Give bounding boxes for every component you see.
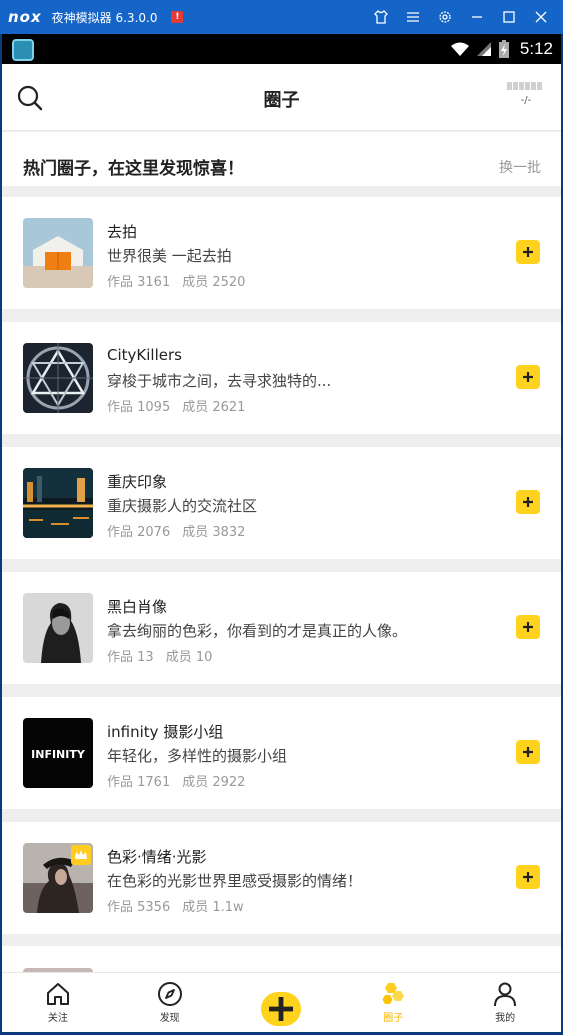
circle-thumbnail xyxy=(23,343,93,413)
members-count: 成员 1.1w xyxy=(182,900,244,915)
nav-label: 发现 xyxy=(159,1013,180,1024)
join-circle-button[interactable] xyxy=(516,365,540,389)
hot-circles-bar: 热门圈子，在这里发现惊喜！ 换一批 xyxy=(2,132,561,186)
android-status-bar: 5:12 xyxy=(2,34,561,64)
circle-stats: 作品 13 成员 10 xyxy=(107,646,224,665)
circle-description: 拿去绚丽的色彩，你看到的才是真正的人像。 xyxy=(107,622,408,640)
plus-icon xyxy=(523,622,533,632)
signal-icon xyxy=(476,42,491,56)
circle-card[interactable]: 重庆印象 重庆摄影人的交流社区 作品 2076 成员 3832 xyxy=(2,447,561,559)
hot-circles-title: 热门圈子，在这里发现惊喜！ xyxy=(23,159,244,179)
circle-thumbnail xyxy=(23,843,93,913)
header-right-text: -/- xyxy=(520,95,532,106)
circle-thumbnail-logo: INFINITY xyxy=(31,748,86,761)
crown-icon xyxy=(71,845,91,865)
circle-description: 重庆摄影人的交流社区 xyxy=(107,497,258,515)
nav-label: 圈子 xyxy=(383,1013,404,1024)
plus-icon xyxy=(523,372,533,382)
works-count: 作品 5356 xyxy=(107,900,171,915)
alert-icon[interactable]: ! xyxy=(171,11,184,23)
nav-mine[interactable]: 我的 xyxy=(449,973,561,1032)
nav-label: 关注 xyxy=(47,1013,68,1024)
members-count: 成员 2922 xyxy=(182,775,246,790)
bottom-nav: 关注 发现 圈子 我的 xyxy=(2,972,561,1032)
home-icon xyxy=(46,983,69,1005)
menu-icon[interactable] xyxy=(397,0,429,34)
circle-name: infinity 摄影小组 xyxy=(107,723,224,741)
nav-discover[interactable]: 发现 xyxy=(114,973,226,1032)
join-circle-button[interactable] xyxy=(516,490,540,514)
circle-stats: 作品 1095 成员 2621 xyxy=(107,396,257,415)
maximize-icon[interactable] xyxy=(493,0,525,34)
emulator-logo: nox xyxy=(8,8,42,26)
page-title: 圈子 xyxy=(263,90,300,111)
user-icon xyxy=(494,982,517,1007)
circle-card[interactable]: INFINITY infinity 摄影小组 年轻化，多样性的摄影小组 作品 1… xyxy=(2,697,561,809)
members-count: 成员 10 xyxy=(165,650,213,665)
circle-stats: 作品 3161 成员 2520 xyxy=(107,271,257,290)
circle-thumbnail xyxy=(23,593,93,663)
nav-circle[interactable]: 圈子 xyxy=(337,973,449,1032)
works-count: 作品 1761 xyxy=(107,775,171,790)
circle-name: 重庆印象 xyxy=(107,473,168,491)
plus-icon xyxy=(523,497,533,507)
circle-stats: 作品 2076 成员 3832 xyxy=(107,521,257,540)
refresh-batch-button[interactable]: 换一批 xyxy=(499,157,541,177)
battery-icon xyxy=(498,40,509,58)
plus-icon xyxy=(523,747,533,757)
loading-bars xyxy=(507,82,545,90)
circle-name: 色彩·情绪·光影 xyxy=(107,848,207,866)
minimize-icon[interactable] xyxy=(461,0,493,34)
circle-stats: 作品 5356 成员 1.1w xyxy=(107,896,256,915)
circle-name: 去拍 xyxy=(107,223,138,241)
works-count: 作品 3161 xyxy=(107,275,171,290)
circle-description: 在色彩的光影世界里感受摄影的情绪！ xyxy=(107,872,363,890)
nav-follow[interactable]: 关注 xyxy=(2,973,114,1032)
circle-description: 年轻化，多样性的摄影小组 xyxy=(107,747,288,765)
join-circle-button[interactable] xyxy=(516,240,540,264)
members-count: 成员 2520 xyxy=(182,275,246,290)
circle-card[interactable]: 去拍 世界很美 一起去拍 作品 3161 成员 2520 xyxy=(2,197,561,309)
circle-card[interactable]: CityKillers 穿梭于城市之间，去寻求独特的... 作品 1095 成员 … xyxy=(2,322,561,434)
works-count: 作品 1095 xyxy=(107,400,171,415)
plus-icon xyxy=(523,872,533,882)
emulator-title-bar: nox 夜神模拟器 6.3.0.0 ! xyxy=(0,0,563,34)
hexagon-cluster-icon xyxy=(382,983,405,1004)
circle-card[interactable]: 黑白肖像 拿去绚丽的色彩，你看到的才是真正的人像。 作品 13 成员 10 xyxy=(2,572,561,684)
nav-post[interactable] xyxy=(226,973,338,1032)
app-header: 圈子 -/- xyxy=(2,64,561,131)
circle-thumbnail: INFINITY xyxy=(23,718,93,788)
circle-thumbnail xyxy=(23,468,93,538)
plus-icon xyxy=(269,997,294,1021)
join-circle-button[interactable] xyxy=(516,865,540,889)
works-count: 作品 13 xyxy=(107,650,154,665)
join-circle-button[interactable] xyxy=(516,740,540,764)
settings-icon[interactable] xyxy=(429,0,461,34)
compass-icon xyxy=(157,982,182,1006)
header-right-placeholder[interactable]: -/- xyxy=(507,82,545,114)
search-icon[interactable] xyxy=(16,84,44,112)
emulator-title: 夜神模拟器 6.3.0.0 xyxy=(51,10,158,25)
status-time: 5:12 xyxy=(519,39,553,58)
app-notification-icon xyxy=(12,39,34,61)
app-screen: 圈子 -/- 热门圈子，在这里发现惊喜！ 换一批 去拍 世界很美 一起去拍 作品… xyxy=(2,64,561,1032)
close-icon[interactable] xyxy=(525,0,557,34)
members-count: 成员 2621 xyxy=(182,400,246,415)
circle-thumbnail xyxy=(23,218,93,288)
circle-stats: 作品 1761 成员 2922 xyxy=(107,771,257,790)
members-count: 成员 3832 xyxy=(182,525,246,540)
post-button[interactable] xyxy=(261,992,302,1026)
join-circle-button[interactable] xyxy=(516,615,540,639)
skin-icon[interactable] xyxy=(365,0,397,34)
works-count: 作品 2076 xyxy=(107,525,171,540)
circle-name: 黑白肖像 xyxy=(107,598,168,616)
wifi-icon xyxy=(450,42,469,56)
circle-card[interactable]: 色彩·情绪·光影 在色彩的光影世界里感受摄影的情绪！ 作品 5356 成员 1.1… xyxy=(2,822,561,934)
circle-name: CityKillers xyxy=(107,346,182,364)
plus-icon xyxy=(523,247,533,257)
circle-description: 穿梭于城市之间，去寻求独特的... xyxy=(107,372,332,390)
circle-description: 世界很美 一起去拍 xyxy=(107,247,232,265)
nav-label: 我的 xyxy=(495,1013,516,1024)
